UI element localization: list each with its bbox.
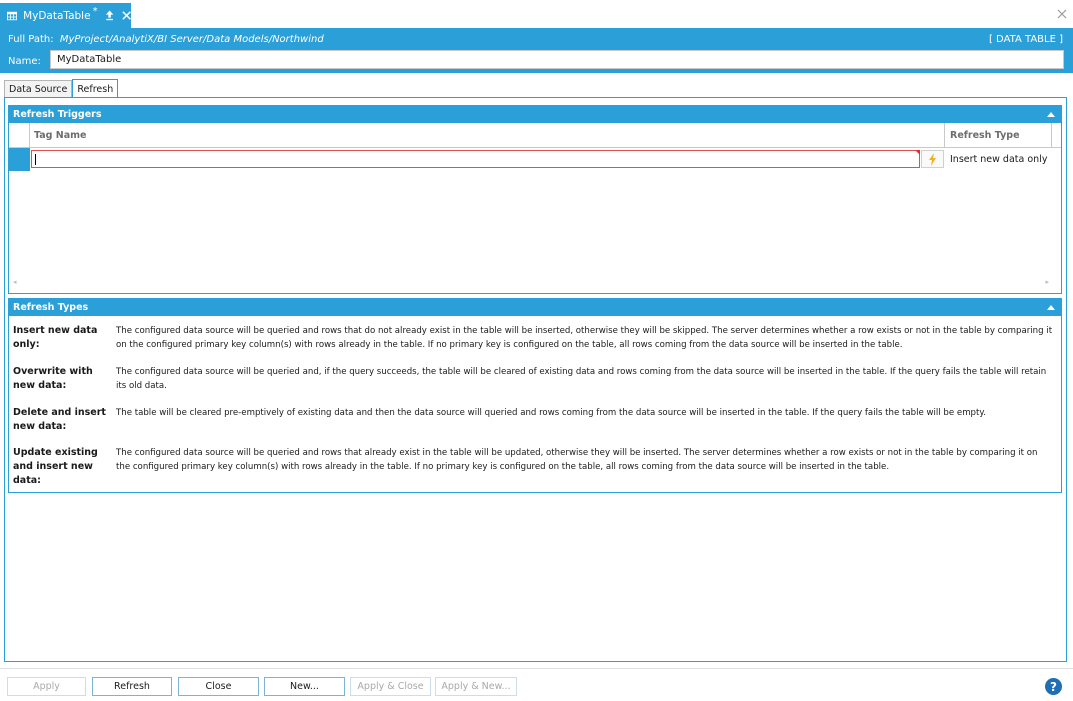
- refresh-types-header[interactable]: Refresh Types: [9, 299, 1061, 316]
- scroll-right-arrow[interactable]: ▸: [1045, 278, 1049, 286]
- validation-error-marker: [915, 150, 920, 155]
- document-tab-strip: MyDataTable *: [0, 0, 1073, 28]
- button-bar: Apply Refresh Close New... Apply & Close…: [0, 668, 1073, 701]
- refresh-type-term: Overwrite with new data:: [13, 366, 93, 391]
- refresh-type-description: The configured data source will be queri…: [116, 326, 1053, 350]
- document-tab-title: MyDataTable: [23, 9, 91, 22]
- full-path-label: Full Path:: [8, 34, 54, 45]
- help-icon[interactable]: ?: [1045, 678, 1062, 695]
- table-row[interactable]: Insert new data only: [9, 148, 1061, 171]
- close-icon[interactable]: [122, 10, 131, 21]
- pin-up-arrow-icon[interactable]: [105, 9, 114, 22]
- refresh-type-cell[interactable]: Insert new data only: [950, 148, 1047, 171]
- text-caret: [35, 154, 36, 165]
- refresh-triggers-header[interactable]: Refresh Triggers: [9, 106, 1061, 123]
- refresh-type-term: Delete and insert new data:: [13, 407, 106, 432]
- row-selector-header: [9, 123, 30, 148]
- new-button[interactable]: New...: [264, 677, 345, 696]
- column-header-refresh-type[interactable]: Refresh Type: [946, 123, 1052, 148]
- document-tab[interactable]: MyDataTable *: [0, 3, 131, 28]
- chevron-up-icon[interactable]: [1047, 304, 1055, 310]
- refresh-triggers-panel: Refresh Triggers Tag Name Refresh Type I…: [8, 105, 1062, 294]
- refresh-button[interactable]: Refresh: [92, 677, 172, 696]
- tab-data-source[interactable]: Data Source: [4, 80, 73, 98]
- full-path-row: Full Path: MyProject/AnalytiX/BI Server/…: [8, 34, 1065, 48]
- scroll-left-arrow[interactable]: ◂: [13, 278, 17, 286]
- property-tabs: Data Source Refresh: [4, 79, 119, 98]
- column-header-tag-name[interactable]: Tag Name: [30, 123, 945, 148]
- chevron-up-icon[interactable]: [1047, 111, 1055, 117]
- apply-new-button[interactable]: Apply & New...: [435, 677, 517, 696]
- apply-button[interactable]: Apply: [7, 677, 86, 696]
- unsaved-marker: *: [92, 6, 98, 17]
- refresh-types-panel: Refresh Types Insert new data only: The …: [8, 298, 1062, 493]
- name-label: Name:: [8, 56, 41, 67]
- refresh-type-term: Update existing and insert new data:: [13, 447, 98, 486]
- refresh-type-term: Insert new data only:: [13, 325, 98, 350]
- refresh-triggers-title: Refresh Triggers: [13, 109, 102, 120]
- row-selector[interactable]: [9, 148, 30, 171]
- svg-text:?: ?: [1050, 680, 1057, 694]
- tab-refresh[interactable]: Refresh: [72, 79, 119, 98]
- object-type-tag: [ DATA TABLE ]: [988, 34, 1063, 45]
- refresh-type-description: The configured data source will be queri…: [116, 448, 1038, 472]
- lightning-bolt-icon: [929, 152, 936, 166]
- grid-table-icon: [7, 11, 18, 20]
- refresh-type-description: The configured data source will be queri…: [116, 367, 1047, 391]
- name-input[interactable]: MyDataTable: [50, 50, 1064, 69]
- full-path-value: MyProject/AnalytiX/BI Server/Data Models…: [59, 34, 324, 45]
- refresh-type-description: The table will be cleared pre-emptively …: [116, 408, 986, 418]
- grid-header: Tag Name Refresh Type: [9, 123, 1061, 148]
- close-icon[interactable]: [1057, 9, 1067, 19]
- close-button[interactable]: Close: [178, 677, 259, 696]
- properties-header: Full Path: MyProject/AnalytiX/BI Server/…: [0, 28, 1073, 73]
- apply-close-button[interactable]: Apply & Close: [350, 677, 431, 696]
- tab-content: Refresh Triggers Tag Name Refresh Type I…: [4, 97, 1067, 662]
- refresh-types-title: Refresh Types: [13, 302, 89, 313]
- tag-name-input[interactable]: [31, 150, 920, 168]
- tag-browse-button[interactable]: [921, 150, 944, 168]
